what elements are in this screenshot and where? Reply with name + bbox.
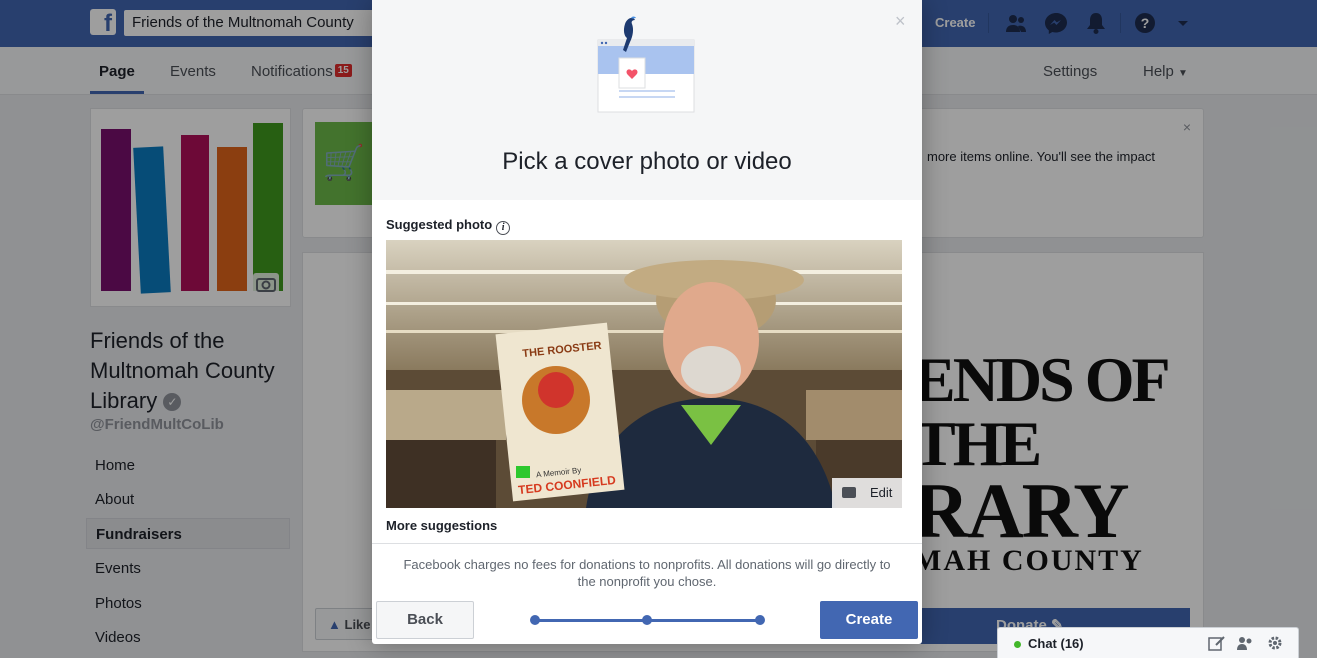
photo-image [386,240,902,508]
more-suggestions-label: More suggestions [386,518,498,533]
step-dot [642,615,652,625]
group-icon[interactable] [1236,635,1254,651]
gear-icon[interactable] [1266,635,1284,651]
cover-illustration-icon [597,16,695,113]
online-status-icon [1014,641,1021,648]
suggested-photo-text: Suggested photo [386,217,493,232]
chat-bar[interactable]: Chat (16) [997,627,1299,658]
chat-label: Chat (16) [1028,636,1084,651]
suggested-photo[interactable]: THE ROOSTER A Memoir By TED COONFIELD Ed… [386,240,902,508]
cover-photo-dialog: × Pick a cover photo or video Suggested … [372,0,922,644]
divider [372,543,922,544]
info-icon[interactable]: i [496,221,511,235]
suggested-photo-label: Suggested photo i [386,217,511,235]
edit-label: Edit [870,485,893,500]
new-message-icon[interactable] [1208,635,1226,651]
back-button[interactable]: Back [376,601,474,639]
create-button[interactable]: Create [820,601,918,639]
close-icon[interactable]: × [895,11,906,32]
camera-icon [842,487,856,498]
dialog-title: Pick a cover photo or video [502,148,792,175]
fees-note: Facebook charges no fees for donations t… [403,557,891,589]
step-dot [530,615,540,625]
step-dot [755,615,765,625]
edit-photo-button[interactable]: Edit [832,478,902,508]
